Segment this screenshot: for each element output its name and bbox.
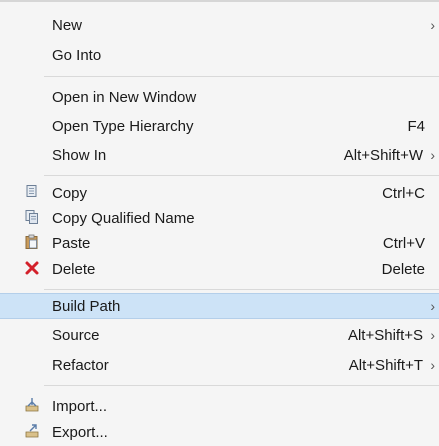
- submenu-arrow-icon: ›: [430, 327, 435, 343]
- menu-separator: [44, 175, 439, 176]
- menu-item-label: Open Type Hierarchy: [52, 117, 194, 135]
- paste-icon: [24, 234, 40, 250]
- menu-item-open-in-new-window[interactable]: Open in New Window: [0, 84, 439, 110]
- menu-item-new[interactable]: New ›: [0, 12, 439, 38]
- menu-separator: [44, 76, 439, 77]
- menu-item-copy-qualified-name[interactable]: Copy Qualified Name: [0, 205, 439, 231]
- submenu-arrow-icon: ›: [430, 147, 435, 163]
- context-menu: New › Go Into Open in New Window Open Ty…: [0, 0, 439, 446]
- menu-item-shortcut: F4: [407, 117, 425, 135]
- menu-item-shortcut: Alt+Shift+T: [348, 356, 423, 374]
- menu-item-label: Refactor: [52, 356, 109, 374]
- menu-item-open-type-hierarchy[interactable]: Open Type Hierarchy F4: [0, 113, 439, 139]
- menu-item-copy[interactable]: Copy Ctrl+C: [0, 180, 439, 206]
- menu-item-source[interactable]: Source Alt+Shift+S ›: [0, 322, 439, 348]
- submenu-arrow-icon: ›: [430, 17, 435, 33]
- menu-item-go-into[interactable]: Go Into: [0, 42, 439, 68]
- submenu-arrow-icon: ›: [430, 298, 435, 314]
- menu-item-delete[interactable]: Delete Delete: [0, 256, 439, 282]
- menu-item-label: Go Into: [52, 46, 102, 64]
- menu-item-paste[interactable]: Paste Ctrl+V: [0, 230, 439, 256]
- menu-item-shortcut: Alt+Shift+S: [347, 326, 423, 344]
- copy-qualified-name-icon: [24, 209, 40, 225]
- menu-item-label: Copy: [52, 184, 88, 202]
- menu-item-label: Source: [52, 326, 100, 344]
- submenu-arrow-icon: ›: [430, 357, 435, 373]
- menu-item-shortcut: Delete: [381, 260, 425, 278]
- menu-item-refactor[interactable]: Refactor Alt+Shift+T ›: [0, 352, 439, 378]
- menu-item-build-path[interactable]: Build Path ›: [0, 293, 439, 319]
- menu-item-label: Export...: [52, 423, 108, 441]
- menu-item-label: Open in New Window: [52, 88, 197, 106]
- menu-item-import[interactable]: Import...: [0, 393, 439, 419]
- menu-item-label: Show In: [52, 146, 107, 164]
- menu-separator: [44, 385, 439, 386]
- menu-item-label: Import...: [52, 397, 108, 415]
- menu-separator: [44, 289, 439, 290]
- delete-icon: [24, 260, 40, 276]
- menu-item-label: Paste: [52, 234, 91, 252]
- menu-item-label: Copy Qualified Name: [52, 209, 195, 227]
- menu-item-export[interactable]: Export...: [0, 419, 439, 445]
- menu-item-label: Delete: [52, 260, 96, 278]
- menu-item-show-in[interactable]: Show In Alt+Shift+W ›: [0, 142, 439, 168]
- import-icon: [24, 397, 40, 413]
- menu-item-label: Build Path: [52, 297, 121, 315]
- menu-item-shortcut: Alt+Shift+W: [343, 146, 423, 164]
- menu-item-shortcut: Ctrl+C: [382, 184, 425, 202]
- menu-item-shortcut: Ctrl+V: [382, 234, 425, 252]
- copy-icon: [24, 184, 40, 200]
- export-icon: [24, 423, 40, 439]
- menu-item-label: New: [52, 16, 83, 34]
